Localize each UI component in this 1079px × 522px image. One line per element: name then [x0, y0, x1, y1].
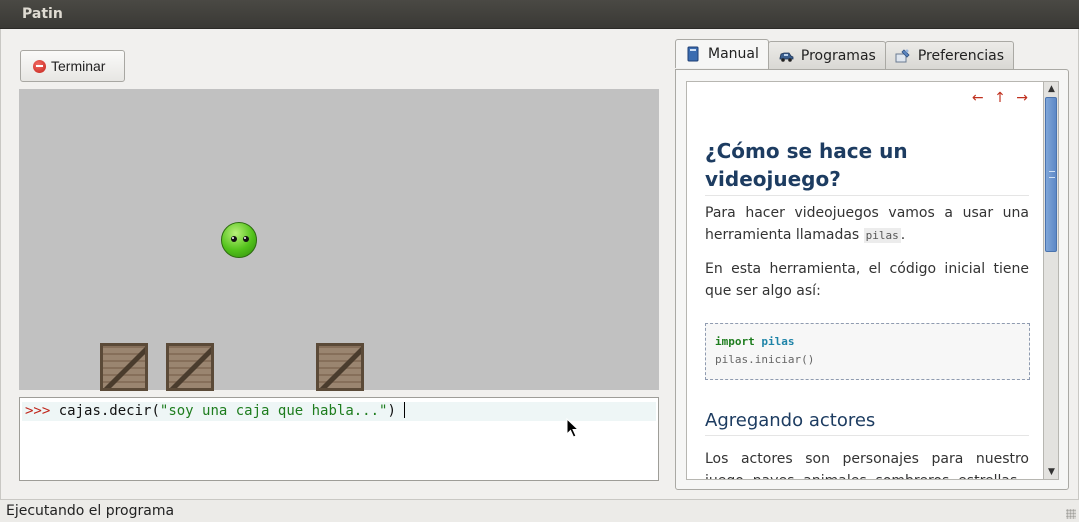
crate-actor[interactable] [316, 343, 364, 391]
scroll-grip-icon [1049, 171, 1055, 178]
console-input-line[interactable]: >>> cajas.decir("soy una caja que habla.… [22, 402, 656, 421]
resize-grip-icon[interactable] [1066, 509, 1076, 519]
code-line-2: pilas.iniciar() [715, 353, 815, 366]
tab-manual-label: Manual [708, 46, 759, 62]
manual-paragraph-2: En esta herramienta, el código inicial t… [705, 261, 1029, 299]
mouse-pointer-icon [566, 418, 580, 438]
game-canvas[interactable] [19, 89, 659, 391]
console-prompt: >>> [25, 403, 51, 419]
manual-nav-arrows[interactable]: ← ↑ → [972, 90, 1031, 106]
crate-actor[interactable] [166, 343, 214, 391]
console-close-paren: ) [387, 403, 396, 419]
tab-preferencias-label: Preferencias [917, 47, 1005, 64]
window-title: Patin [22, 6, 63, 22]
manual-paragraph-3: Los actores son personajes para nuestro … [705, 451, 1029, 479]
scroll-down-arrow-icon[interactable]: ▼ [1046, 466, 1057, 478]
stop-button[interactable]: Terminar [20, 50, 125, 82]
console-string-arg: "soy una caja que habla..." [159, 403, 388, 419]
green-ball-actor[interactable] [221, 222, 257, 258]
code-example-block: import pilas pilas.iniciar() [705, 323, 1030, 380]
status-text: Ejecutando el programa [6, 503, 175, 519]
scroll-thumb[interactable] [1045, 97, 1057, 252]
preferences-icon [895, 48, 910, 62]
tab-programas[interactable]: Programas [767, 41, 886, 69]
manual-document[interactable]: ← ↑ → ¿Cómo se hace un videojuego? Para … [686, 81, 1044, 480]
scroll-up-arrow-icon[interactable]: ▲ [1046, 83, 1057, 95]
manual-paragraph-1: Para hacer videojuegos vamos a usar una … [705, 202, 1029, 247]
code-module: pilas [761, 335, 795, 348]
window-titlebar: Patin [0, 0, 1079, 29]
manual-scrollbar[interactable]: ▲ ▼ [1043, 81, 1059, 480]
tab-manual[interactable]: Manual [675, 39, 769, 68]
tab-programas-label: Programas [800, 47, 876, 64]
section-title-actores: Agregando actores [705, 408, 1029, 436]
code-line-1: import pilas [715, 333, 1020, 351]
status-bar: Ejecutando el programa [0, 499, 1079, 522]
side-tabbar: Manual Programas Preferencias [675, 39, 1015, 69]
python-console[interactable]: >>> cajas.decir("soy una caja que habla.… [19, 397, 659, 481]
book-icon [687, 46, 699, 62]
stop-icon [33, 59, 46, 73]
inline-code-pilas: pilas [863, 228, 901, 243]
crate-actor[interactable] [100, 343, 148, 391]
manual-title: ¿Cómo se hace un videojuego? [705, 137, 1029, 196]
stop-button-label: Terminar [51, 58, 106, 74]
text-caret [403, 402, 405, 418]
code-keyword: import [715, 335, 755, 348]
actor-eye-left [231, 236, 237, 242]
manual-panel: ← ↑ → ¿Cómo se hace un videojuego? Para … [675, 69, 1069, 490]
tab-preferencias[interactable]: Preferencias [884, 41, 1015, 69]
car-icon [779, 52, 794, 62]
console-open-paren: ( [151, 403, 160, 419]
console-command: cajas.decir [58, 403, 152, 419]
actor-eye-right [243, 236, 249, 242]
paragraph-1-end: . [900, 227, 906, 243]
